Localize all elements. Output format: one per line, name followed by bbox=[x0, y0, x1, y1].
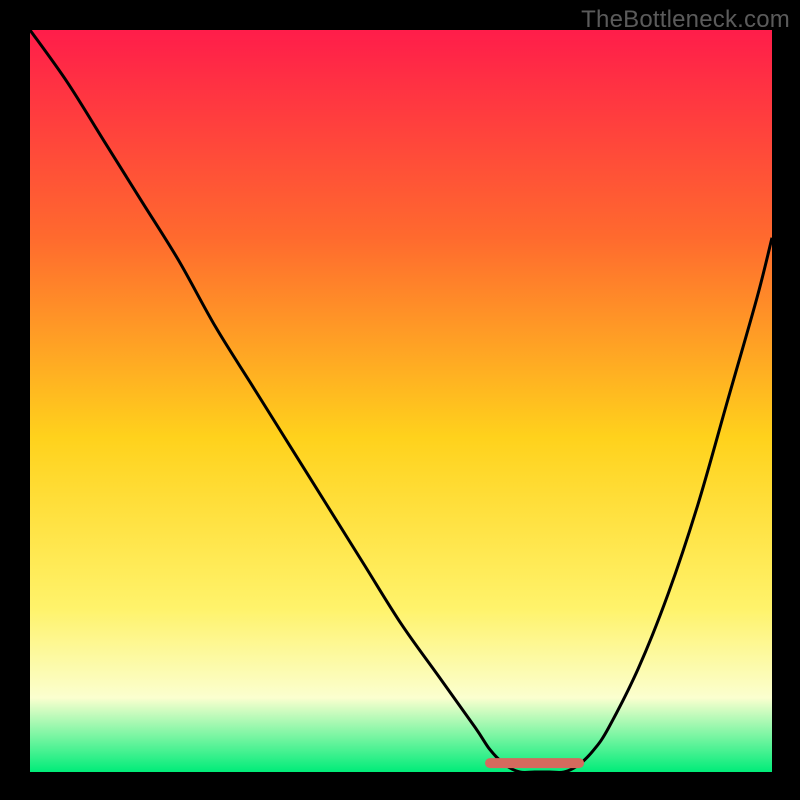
bottleneck-chart bbox=[30, 30, 772, 772]
chart-stage: TheBottleneck.com bbox=[0, 0, 800, 800]
plot-area bbox=[30, 30, 772, 772]
chart-background bbox=[30, 30, 772, 772]
watermark-text: TheBottleneck.com bbox=[581, 6, 790, 34]
